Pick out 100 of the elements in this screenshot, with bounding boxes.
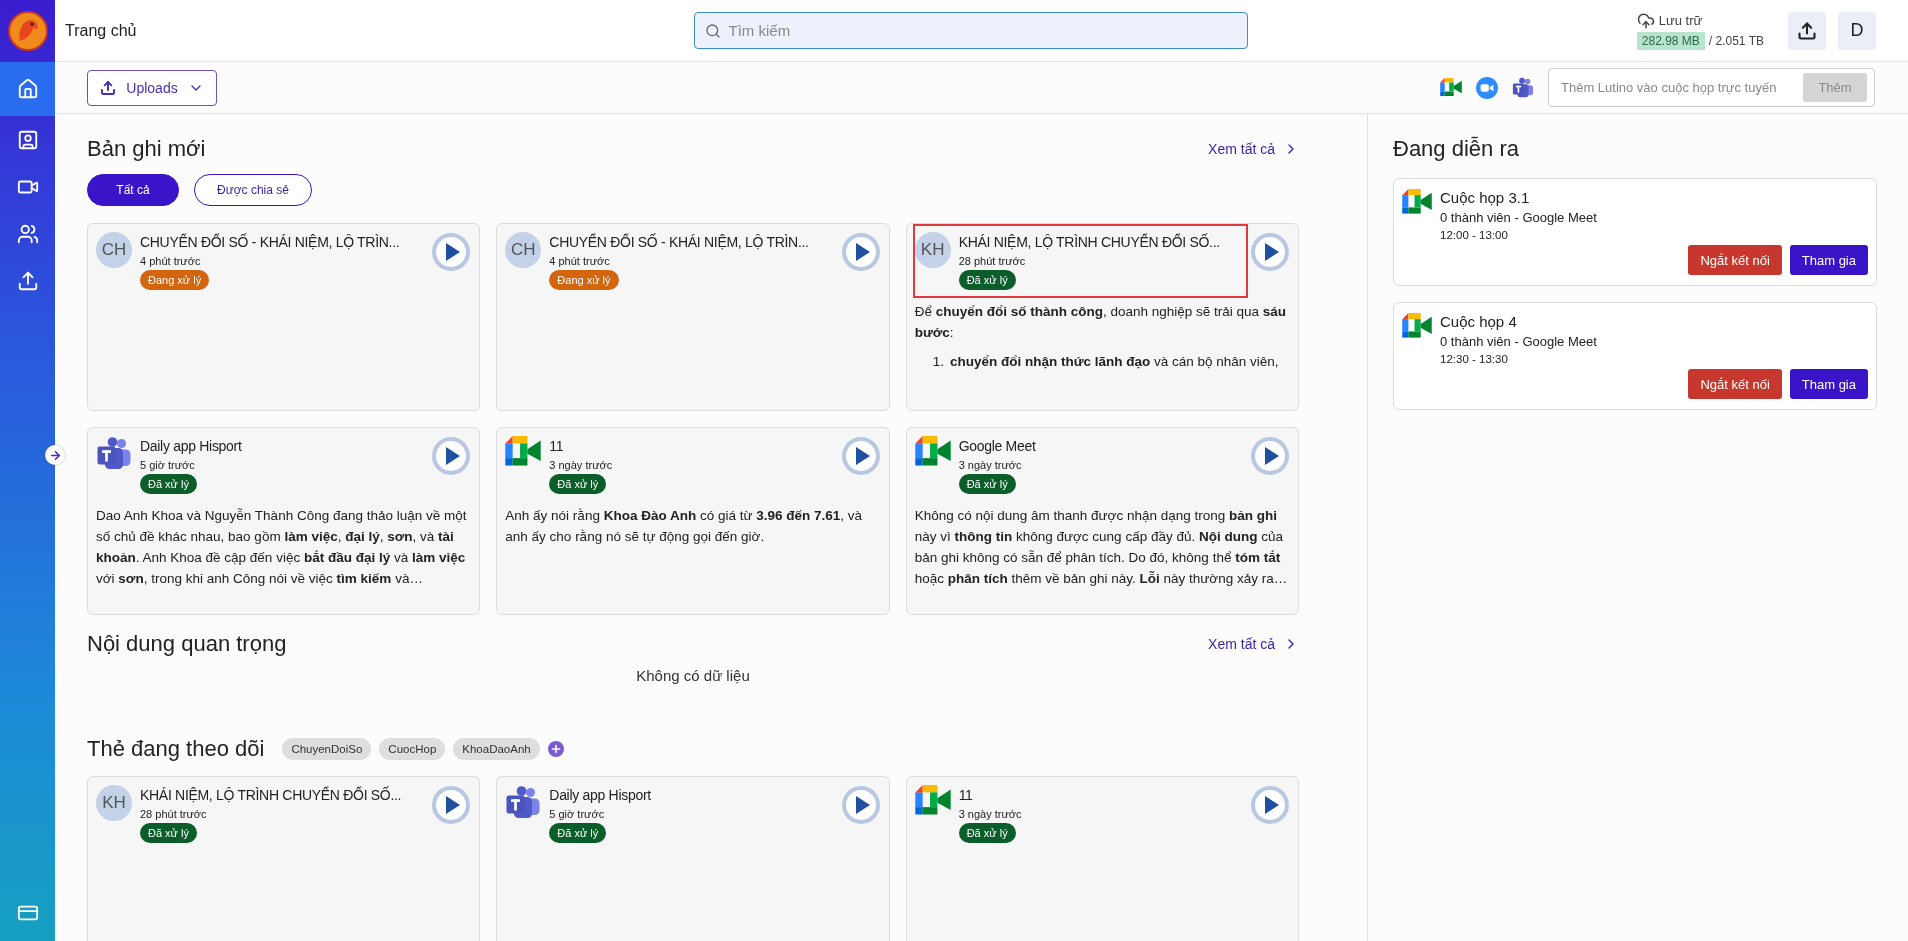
disconnect-button[interactable]: Ngắt kết nối: [1688, 369, 1782, 399]
summary-text: Anh ấy nói rằng Khoa Đào Anh có giá từ 3.96 đến 7.61, và anh ấy cho rằng nó sẽ tự động gọi đến giờ.: [505, 507, 864, 546]
search-icon: [704, 22, 721, 39]
recording-title: CHUYỂN ĐỔI SỐ - KHÁI NIỆM, LỘ TRÌN...: [549, 232, 809, 252]
meeting-title: Cuộc họp 4: [1440, 313, 1518, 330]
play-button[interactable]: [1250, 436, 1290, 476]
home-icon: [16, 78, 39, 100]
play-button[interactable]: [840, 436, 881, 476]
filter-tab[interactable]: Tất cả: [87, 174, 179, 206]
list-number: 1.: [932, 352, 944, 371]
recording-time: 28 phút trước: [958, 255, 1026, 267]
status-badge: Đã xử lý: [140, 474, 197, 494]
recording-time: 4 phút trước: [140, 255, 201, 267]
video-camera-logo-icon: [914, 785, 951, 815]
upload-button[interactable]: [1788, 11, 1826, 50]
team-chat-logo-icon: [1512, 76, 1534, 99]
upload-icon: [1797, 20, 1817, 41]
summary-text: Để chuyển đổi số thành công, doanh nghiệp sẽ trải qua sáu bước:: [914, 303, 1288, 342]
recording-card[interactable]: KH KHÁI NIỆM, LỘ TRÌNH CHUYỂN ĐỔI SỐ... 28 phút trước Đã xử lý Để chuyển đổi số thành công, doanh nghiệp sẽ trải qua sáu bước: 1. chuyển đổi nhận thức lãnh đạo và cán bộ nhân viên,: [905, 223, 1299, 411]
filter-tab[interactable]: Được chia sẻ: [194, 174, 312, 206]
storage-total: / 2.051 TB: [1708, 33, 1764, 48]
recording-card[interactable]: [87, 427, 481, 615]
recording-time: 5 giờ trước: [549, 808, 605, 820]
team-chat-logo-icon: [505, 785, 542, 821]
avatar: CH: [505, 232, 542, 268]
video-camera-logo-icon: [1440, 78, 1462, 97]
section-title: Nội dung quan trọng: [87, 631, 287, 657]
recording-card[interactable]: CH CHUYỂN ĐỔI SỐ - KHÁI NIỆM, LỘ TRÌN... 4 phút trước Đang xử lý: [87, 223, 481, 411]
join-button[interactable]: Tham gia: [1789, 369, 1868, 399]
section-title: Thẻ đang theo dõi: [87, 736, 265, 762]
view-all-link[interactable]: Xem tất cả: [1208, 636, 1299, 652]
recording-time: 3 ngày trước: [958, 808, 1022, 820]
video-camera-logo-icon: [1402, 313, 1432, 338]
recording-title: 11: [549, 437, 564, 456]
recording-title: Daily app Hisport: [549, 786, 651, 805]
recording-title: Daily app Hisport: [140, 437, 242, 456]
cloud-upload-icon: [1636, 11, 1655, 30]
meeting-title: Cuộc họp 3.1: [1440, 189, 1531, 206]
avatar: KH: [96, 785, 132, 821]
play-button[interactable]: [1250, 785, 1290, 825]
search-field[interactable]: Tìm kiếm: [726, 21, 1237, 40]
recording-title: KHÁI NIỆM, LỘ TRÌNH CHUYỂN ĐỔI SỐ...: [958, 232, 1220, 252]
recording-title: 11: [958, 786, 973, 805]
section-title: Đang diễn ra: [1393, 136, 1519, 162]
storage-used: 282.98 MB: [1636, 31, 1705, 50]
parrot-logo-icon: [7, 11, 48, 51]
tag-chip[interactable]: ChuyenDoiSo: [282, 738, 372, 760]
contact-card-icon: [16, 128, 39, 151]
recording-card[interactable]: 11 3 ngày trước Đã xử lý: [905, 776, 1299, 941]
video-camera-logo-icon: [914, 436, 951, 466]
home-nav-button[interactable]: [0, 62, 55, 116]
video-call-logo-icon: [1476, 76, 1498, 99]
arrow-right-icon: [48, 448, 62, 462]
summary-text: Dao Anh Khoa và Nguyễn Thành Công đang thảo luận về một số chủ đề khác nhau, bao gồm làm việc, đại lý, sơn, và tài khoản. Anh Khoa đề cập đến việc bắt đầu đại lý và làm việc với sơn, trong khi anh Công nói về việc tìm kiếm và…: [96, 507, 468, 588]
play-button[interactable]: [1250, 232, 1290, 272]
summary-text: Không có nội dung âm thanh được nhận dạng trong bản ghi này vì thông tin không được cung cấp đầy đủ. Nội dung của bản ghi không có sẵn để phân tích. Do đó, không thể tóm tắt hoặc phân tích thêm về bản ghi này. Lỗi này thường xảy ra…: [914, 507, 1289, 588]
recording-card[interactable]: 11 3 ngày trước Đã xử lý Anh ấy nói rằng Khoa Đào Anh có giá từ 3.96 đến 7.61, và anh ấy cho rằng nó sẽ tự động gọi đến giờ.: [496, 427, 890, 615]
play-button[interactable]: [840, 785, 881, 825]
status-badge: Đã xử lý: [140, 823, 197, 843]
people-icon: [16, 222, 39, 245]
status-badge: Đang xử lý: [549, 270, 619, 290]
tag-chip[interactable]: CuocHop: [379, 738, 446, 760]
uploads-button[interactable]: Uploads: [87, 69, 217, 106]
upload-icon: [100, 79, 117, 96]
recording-card[interactable]: CH CHUYỂN ĐỔI SỐ - KHÁI NIỆM, LỘ TRÌN... 4 phút trước Đang xử lý: [496, 223, 890, 411]
empty-message: Không có dữ liệu: [635, 667, 751, 684]
play-button[interactable]: [431, 232, 472, 272]
page-title: Trang chủ: [65, 21, 138, 40]
recording-time: 3 ngày trước: [549, 459, 613, 471]
recording-card[interactable]: KH KHÁI NIỆM, LỘ TRÌNH CHUYỂN ĐỔI SỐ... 28 phút trước Đã xử lý: [87, 776, 481, 941]
status-badge: Đã xử lý: [549, 823, 607, 843]
play-button[interactable]: [431, 436, 472, 476]
status-badge: Đã xử lý: [958, 474, 1016, 494]
meeting-time: 12:30 - 13:30: [1440, 353, 1509, 365]
status-badge: Đã xử lý: [958, 270, 1016, 290]
meeting-time: 12:00 - 13:00: [1440, 229, 1509, 241]
recording-title: KHÁI NIỆM, LỘ TRÌNH CHUYỂN ĐỔI SỐ...: [140, 785, 402, 805]
join-button[interactable]: Tham gia: [1789, 245, 1868, 275]
search-box[interactable]: Tìm kiếm: [693, 12, 1248, 49]
recording-time: 28 phút trước: [140, 808, 207, 820]
recording-time: 4 phút trước: [549, 255, 610, 267]
recording-title: CHUYỂN ĐỔI SỐ - KHÁI NIỆM, LỘ TRÌN...: [140, 232, 400, 252]
recording-time: 5 giờ trước: [140, 459, 195, 471]
video-camera-logo-icon: [505, 436, 542, 466]
add-tag-icon[interactable]: [547, 741, 564, 757]
play-button[interactable]: [431, 785, 472, 825]
recording-card[interactable]: Daily app Hisport 5 giờ trước Đã xử lý: [496, 776, 890, 941]
list-item-text: chuyển đổi nhận thức lãnh đạo và cán bộ nhân viên,: [949, 352, 1279, 371]
disconnect-button[interactable]: Ngắt kết nối: [1688, 245, 1782, 275]
expand-sidebar-button[interactable]: [45, 445, 65, 465]
status-badge: Đã xử lý: [549, 474, 607, 494]
user-avatar-button[interactable]: D: [1838, 11, 1876, 50]
tag-chip[interactable]: KhoaDaoAnh: [453, 738, 540, 760]
recording-card[interactable]: [905, 427, 1299, 615]
team-chat-logo-icon: [96, 436, 132, 472]
avatar: CH: [96, 232, 132, 268]
view-all-link[interactable]: Xem tất cả: [1208, 141, 1299, 157]
avatar: KH: [914, 232, 951, 268]
section-title: Bản ghi mới: [87, 136, 206, 162]
play-button[interactable]: [840, 232, 881, 272]
